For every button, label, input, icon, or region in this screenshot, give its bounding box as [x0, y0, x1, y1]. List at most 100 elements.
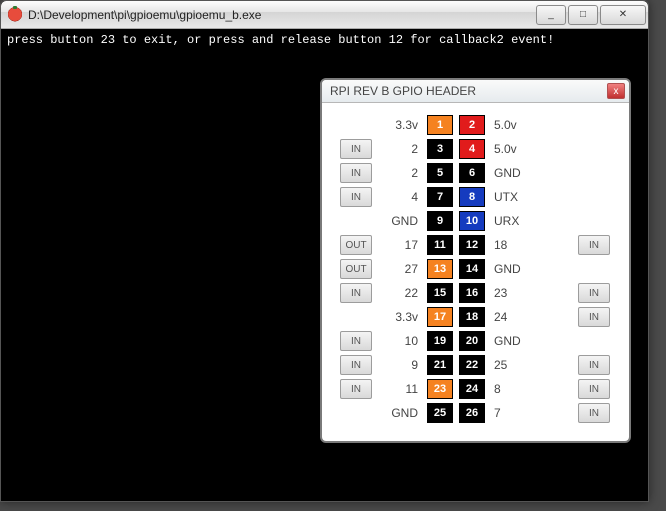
pin-label-left: 9 — [378, 358, 422, 372]
pin-left[interactable]: 25 — [427, 403, 453, 423]
pin-left[interactable]: 7 — [427, 187, 453, 207]
pin-right[interactable]: 4 — [459, 139, 485, 159]
gpio-row: 3.3v125.0v — [340, 113, 611, 137]
gpio-row: 3.3v 17 18 24 IN — [340, 305, 611, 329]
mode-button-left[interactable]: IN — [340, 331, 372, 351]
mode-button-left[interactable]: IN — [340, 355, 372, 375]
mode-slot-right: IN — [576, 355, 610, 375]
gpio-row: IN 256 GND — [340, 161, 611, 185]
close-button[interactable]: ✕ — [600, 5, 646, 25]
pin-right[interactable]: 16 — [459, 283, 485, 303]
mode-slot-left: IN — [340, 163, 374, 183]
mode-slot-left: IN — [340, 331, 374, 351]
pin-left[interactable]: 1 — [427, 115, 453, 135]
gpio-pin-grid: 3.3v125.0vIN2345.0vIN256GNDIN478UTXGND91… — [322, 103, 629, 441]
mode-button-left[interactable]: IN — [340, 163, 372, 183]
pin-left[interactable]: 5 — [427, 163, 453, 183]
gpio-panel[interactable]: RPI REV B GPIO HEADER x 3.3v125.0vIN2345… — [320, 78, 631, 443]
pin-left[interactable]: 3 — [427, 139, 453, 159]
pin-right[interactable]: 8 — [459, 187, 485, 207]
pin-right[interactable]: 26 — [459, 403, 485, 423]
mode-slot-right: IN — [576, 307, 610, 327]
pin-label-right: 18 — [490, 238, 534, 252]
pin-label-left: 2 — [378, 142, 422, 156]
pin-right[interactable]: 14 — [459, 259, 485, 279]
gpio-row: IN 478 UTX — [340, 185, 611, 209]
pin-label-right: 23 — [490, 286, 534, 300]
gpio-panel-title: RPI REV B GPIO HEADER — [330, 84, 607, 98]
gpio-row: GND 25 26 7 IN — [340, 401, 611, 425]
mode-button-left[interactable]: IN — [340, 379, 372, 399]
gpio-row: IN 22 15 16 23 IN — [340, 281, 611, 305]
pin-label-left: GND — [378, 406, 422, 420]
pin-label-right: GND — [490, 262, 534, 276]
mode-slot-right: IN — [576, 379, 610, 399]
mode-slot-right: IN — [576, 403, 610, 423]
gpio-row: IN 234 5.0v — [340, 137, 611, 161]
gpio-row: GND 9 10 URX — [340, 209, 611, 233]
mode-button-right[interactable]: IN — [578, 355, 610, 375]
pin-right[interactable]: 10 — [459, 211, 485, 231]
minimize-button[interactable]: _ — [536, 5, 566, 25]
pin-label-right: 5.0v — [490, 118, 534, 132]
pin-label-left: 27 — [378, 262, 422, 276]
pin-right[interactable]: 18 — [459, 307, 485, 327]
pin-label-right: 7 — [490, 406, 534, 420]
mode-slot-left: IN — [340, 379, 374, 399]
gpio-row: IN 10 19 20 GND — [340, 329, 611, 353]
pin-left[interactable]: 9 — [427, 211, 453, 231]
mode-button-right[interactable]: IN — [578, 379, 610, 399]
titlebar[interactable]: D:\Development\pi\gpioemu\gpioemu_b.exe … — [1, 1, 648, 29]
pin-left[interactable]: 23 — [427, 379, 453, 399]
pin-label-left: 4 — [378, 190, 422, 204]
pin-label-right: GND — [490, 166, 534, 180]
gpio-row: IN1123248IN — [340, 377, 611, 401]
mode-slot-left: OUT — [340, 235, 374, 255]
pin-right[interactable]: 2 — [459, 115, 485, 135]
pin-label-left: 11 — [378, 382, 422, 396]
pin-right[interactable]: 6 — [459, 163, 485, 183]
pin-label-left: 22 — [378, 286, 422, 300]
pin-right[interactable]: 24 — [459, 379, 485, 399]
raspberry-icon — [7, 7, 23, 23]
pin-label-left: 10 — [378, 334, 422, 348]
mode-button-left[interactable]: OUT — [340, 235, 372, 255]
mode-button-left[interactable]: IN — [340, 283, 372, 303]
window-title: D:\Development\pi\gpioemu\gpioemu_b.exe — [28, 8, 536, 22]
pin-label-right: URX — [490, 214, 534, 228]
pin-left[interactable]: 11 — [427, 235, 453, 255]
pin-label-left: GND — [378, 214, 422, 228]
pin-label-right: 25 — [490, 358, 534, 372]
mode-button-left[interactable]: IN — [340, 139, 372, 159]
mode-button-left[interactable]: OUT — [340, 259, 372, 279]
mode-button-right[interactable]: IN — [578, 283, 610, 303]
pin-left[interactable]: 13 — [427, 259, 453, 279]
mode-button-right[interactable]: IN — [578, 307, 610, 327]
mode-slot-left: IN — [340, 355, 374, 375]
mode-slot-left: IN — [340, 187, 374, 207]
pin-label-right: 24 — [490, 310, 534, 324]
pin-left[interactable]: 19 — [427, 331, 453, 351]
pin-right[interactable]: 20 — [459, 331, 485, 351]
pin-label-left: 3.3v — [378, 310, 422, 324]
mode-button-left[interactable]: IN — [340, 187, 372, 207]
pin-left[interactable]: 21 — [427, 355, 453, 375]
mode-button-right[interactable]: IN — [578, 235, 610, 255]
pin-right[interactable]: 12 — [459, 235, 485, 255]
mode-slot-left: OUT — [340, 259, 374, 279]
gpio-close-button[interactable]: x — [607, 83, 625, 99]
pin-label-right: 5.0v — [490, 142, 534, 156]
pin-label-right: GND — [490, 334, 534, 348]
pin-label-left: 17 — [378, 238, 422, 252]
pin-label-right: UTX — [490, 190, 534, 204]
gpio-row: OUT 17 11 12 18 IN — [340, 233, 611, 257]
pin-left[interactable]: 15 — [427, 283, 453, 303]
maximize-button[interactable]: □ — [568, 5, 598, 25]
pin-left[interactable]: 17 — [427, 307, 453, 327]
mode-button-right[interactable]: IN — [578, 403, 610, 423]
pin-right[interactable]: 22 — [459, 355, 485, 375]
mode-slot-left: IN — [340, 139, 374, 159]
mode-slot-right: IN — [576, 283, 610, 303]
pin-label-left: 2 — [378, 166, 422, 180]
gpio-panel-header[interactable]: RPI REV B GPIO HEADER x — [322, 80, 629, 103]
